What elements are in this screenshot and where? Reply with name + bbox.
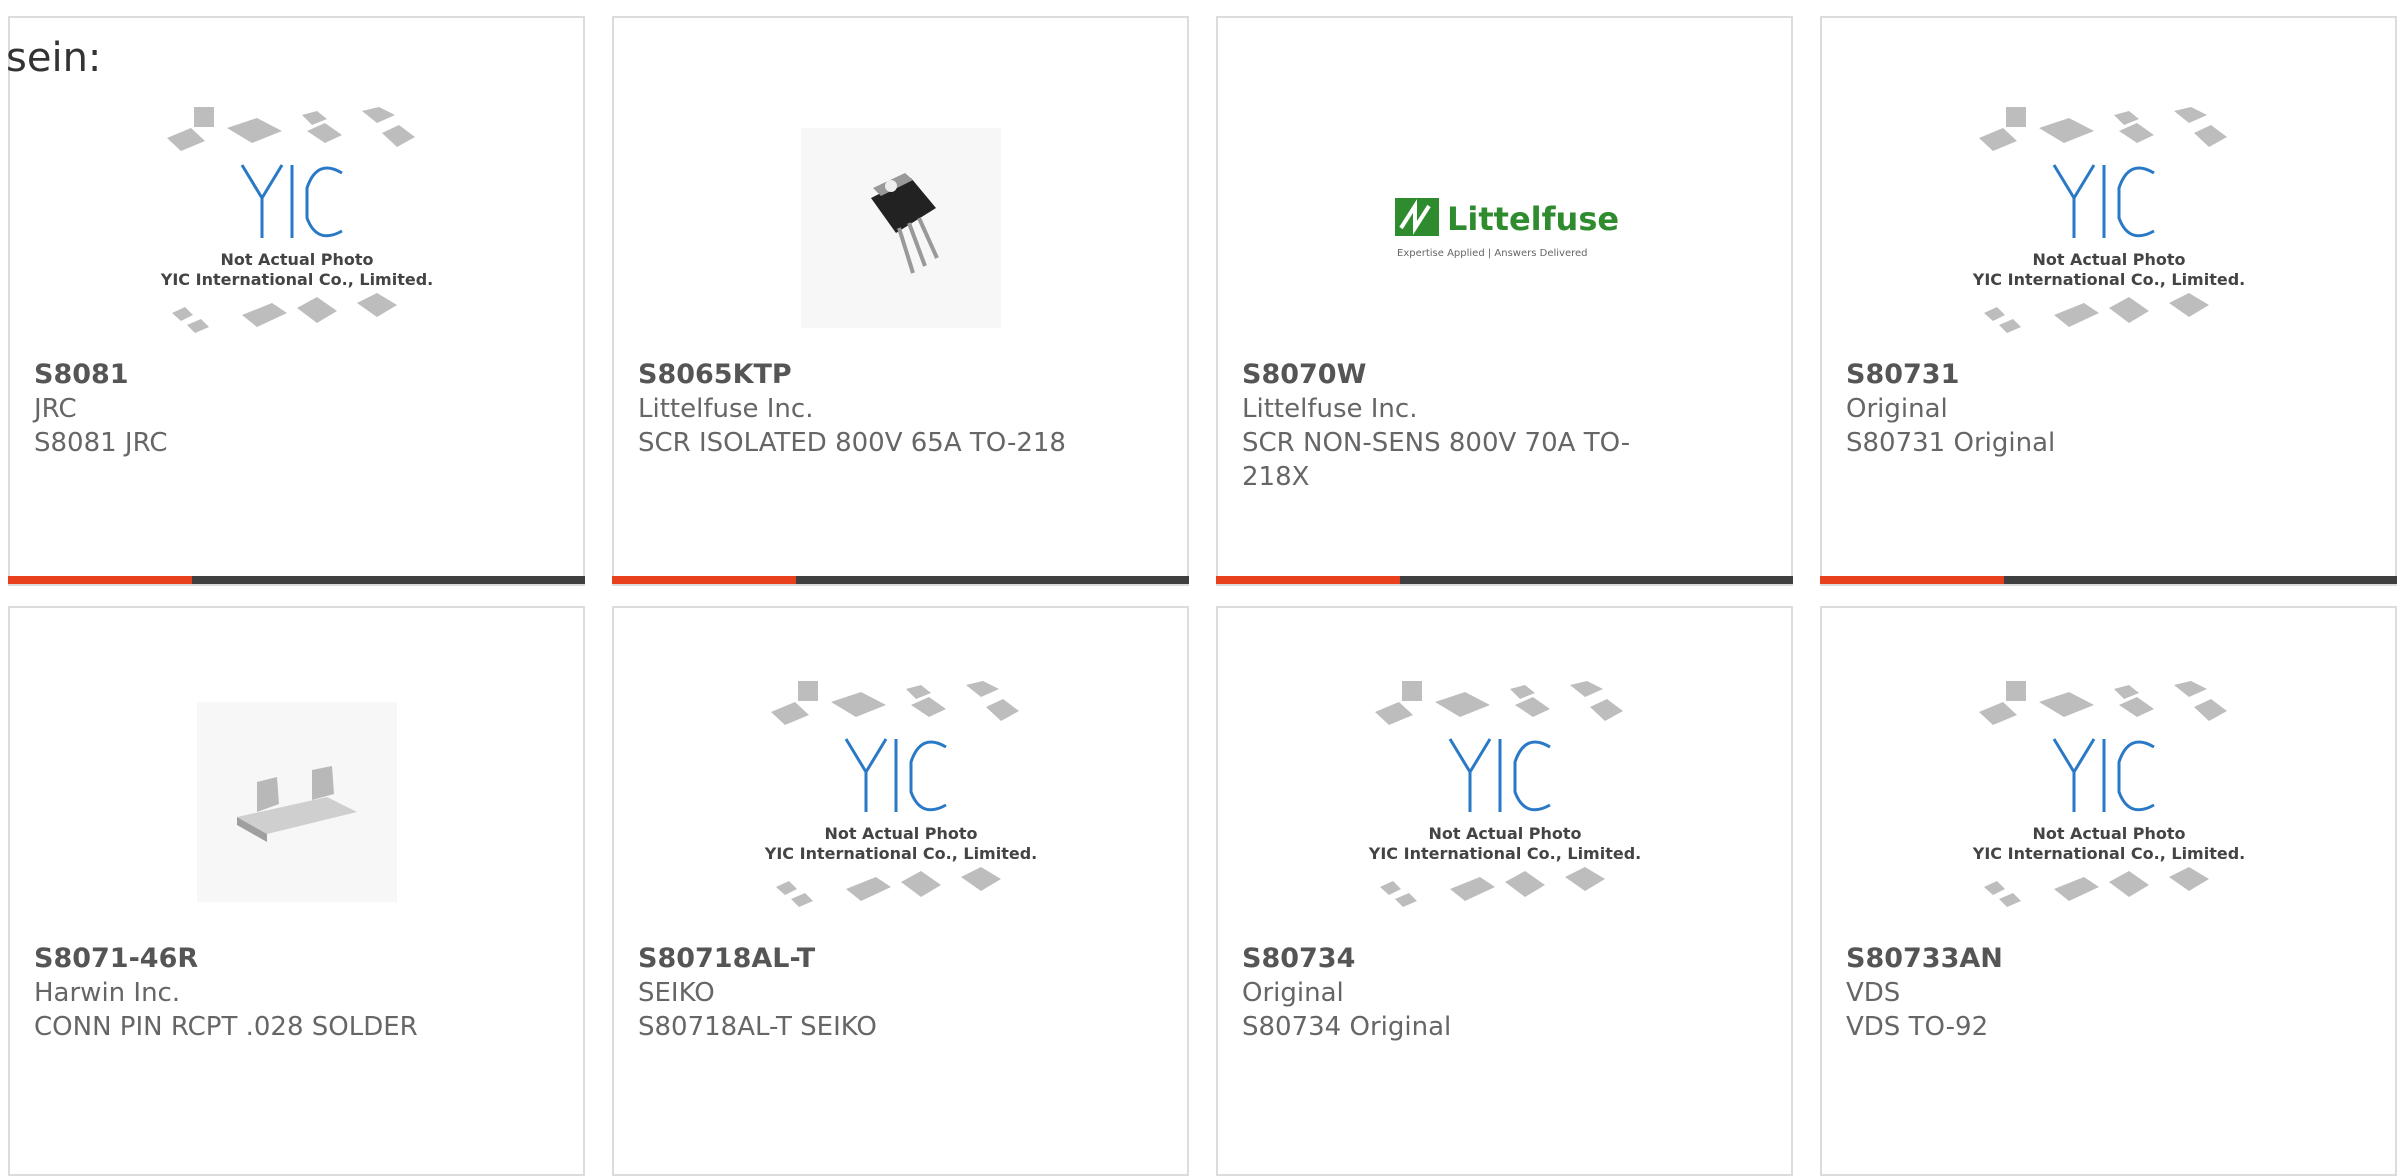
yic-placeholder-image: Not Actual Photo YIC International Co., … bbox=[159, 107, 433, 333]
manufacturer: Original bbox=[1846, 394, 1948, 424]
manufacturer: Littelfuse Inc. bbox=[1242, 394, 1418, 424]
product-card-s8070w[interactable]: Littelfuse Expertise Applied | Answers D… bbox=[1216, 16, 1793, 586]
manufacturer: Original bbox=[1242, 978, 1344, 1008]
product-card-s80734[interactable]: Not Actual Photo YIC International Co., … bbox=[1216, 606, 1793, 1176]
description: S80734 Original bbox=[1242, 1012, 1452, 1042]
description: CONN PIN RCPT .028 SOLDER bbox=[34, 1012, 418, 1042]
svg-text:Not Actual Photo: Not Actual Photo bbox=[824, 824, 977, 843]
product-card-s80718al-t[interactable]: Not Actual Photo YIC International Co., … bbox=[612, 606, 1189, 1176]
product-card-s8071-46r[interactable]: S8071-46R Harwin Inc. CONN PIN RCPT .028… bbox=[8, 606, 585, 1176]
svg-text:YIC International Co., Limited: YIC International Co., Limited. bbox=[1367, 844, 1640, 863]
product-image[interactable] bbox=[614, 88, 1187, 368]
svg-text:YIC International Co., Limited: YIC International Co., Limited. bbox=[763, 844, 1036, 863]
card-accent-bar bbox=[8, 576, 192, 584]
description: SCR ISOLATED 800V 65A TO-218 bbox=[638, 428, 1066, 458]
part-number[interactable]: S8070W bbox=[1242, 358, 1751, 392]
product-card-s8081[interactable]: Not Actual Photo YIC International Co., … bbox=[8, 16, 585, 586]
product-image[interactable]: Littelfuse Expertise Applied | Answers D… bbox=[1218, 88, 1791, 368]
yic-placeholder-image: Not Actual Photo YIC International Co., … bbox=[1971, 107, 2245, 333]
lead-text: sein: bbox=[6, 35, 102, 81]
connector-photo bbox=[196, 702, 397, 902]
svg-text:Expertise Applied | Answers De: Expertise Applied | Answers Delivered bbox=[1397, 248, 1588, 259]
svg-text:Not Actual Photo: Not Actual Photo bbox=[220, 250, 373, 269]
manufacturer: JRC bbox=[34, 394, 77, 424]
part-number[interactable]: S8081 bbox=[34, 358, 543, 392]
product-image-placeholder[interactable]: Not Actual Photo YIC International Co., … bbox=[614, 662, 1187, 942]
svg-text:Not Actual Photo: Not Actual Photo bbox=[2032, 824, 2185, 843]
manufacturer: SEIKO bbox=[638, 978, 715, 1008]
product-image-placeholder[interactable]: Not Actual Photo YIC International Co., … bbox=[1218, 662, 1791, 942]
product-card-s80733an[interactable]: Not Actual Photo YIC International Co., … bbox=[1820, 606, 2397, 1176]
description: S80718AL-T SEIKO bbox=[638, 1012, 877, 1042]
product-info: S8081 JRC S8081 JRC bbox=[34, 358, 543, 460]
card-bottom-bar bbox=[1216, 576, 1793, 584]
yic-placeholder-image: Not Actual Photo YIC International Co., … bbox=[1971, 681, 2245, 907]
product-image[interactable] bbox=[10, 662, 583, 942]
yic-placeholder-image: Not Actual Photo YIC International Co., … bbox=[763, 681, 1037, 907]
scr-package-icon bbox=[870, 173, 939, 274]
to-218-package-photo bbox=[800, 128, 1001, 328]
part-number[interactable]: S80733AN bbox=[1846, 942, 2355, 976]
littelfuse-logo: Littelfuse Expertise Applied | Answers D… bbox=[1394, 198, 1619, 259]
svg-text:YIC International Co., Limited: YIC International Co., Limited. bbox=[1971, 844, 2244, 863]
part-number[interactable]: S80731 bbox=[1846, 358, 2355, 392]
card-bottom-bar bbox=[8, 576, 585, 584]
part-number[interactable]: S80734 bbox=[1242, 942, 1751, 976]
part-number[interactable]: S8071-46R bbox=[34, 942, 543, 976]
manufacturer: VDS bbox=[1846, 978, 1901, 1008]
description: VDS TO-92 bbox=[1846, 1012, 1989, 1042]
manufacturer: Littelfuse Inc. bbox=[638, 394, 814, 424]
svg-text:YIC International Co., Limited: YIC International Co., Limited. bbox=[1971, 270, 2244, 289]
product-info: S80733AN VDS VDS TO-92 bbox=[1846, 942, 2355, 1044]
description: SCR NON-SENS 800V 70A TO-218X bbox=[1242, 428, 1631, 492]
product-info: S80734 Original S80734 Original bbox=[1242, 942, 1751, 1044]
card-bottom-bar bbox=[612, 576, 1189, 584]
part-number[interactable]: S80718AL-T bbox=[638, 942, 1147, 976]
card-accent-bar bbox=[1216, 576, 1400, 584]
product-info: S8065KTP Littelfuse Inc. SCR ISOLATED 80… bbox=[638, 358, 1147, 460]
card-accent-bar bbox=[1820, 576, 2004, 584]
connector-pin-icon bbox=[236, 766, 357, 842]
product-info: S8071-46R Harwin Inc. CONN PIN RCPT .028… bbox=[34, 942, 543, 1044]
part-number[interactable]: S8065KTP bbox=[638, 358, 1147, 392]
card-bottom-bar bbox=[1820, 576, 2397, 584]
svg-text:Littelfuse: Littelfuse bbox=[1447, 200, 1619, 238]
product-info: S80731 Original S80731 Original bbox=[1846, 358, 2355, 460]
yic-placeholder-image: Not Actual Photo YIC International Co., … bbox=[1367, 681, 1641, 907]
manufacturer: Harwin Inc. bbox=[34, 978, 181, 1008]
description: S8081 JRC bbox=[34, 428, 168, 458]
product-info: S8070W Littelfuse Inc. SCR NON-SENS 800V… bbox=[1242, 358, 1751, 494]
product-image-placeholder[interactable]: Not Actual Photo YIC International Co., … bbox=[1822, 88, 2395, 368]
product-image-placeholder[interactable]: Not Actual Photo YIC International Co., … bbox=[10, 88, 583, 368]
product-image-placeholder[interactable]: Not Actual Photo YIC International Co., … bbox=[1822, 662, 2395, 942]
product-card-s80731[interactable]: Not Actual Photo YIC International Co., … bbox=[1820, 16, 2397, 586]
description: S80731 Original bbox=[1846, 428, 2056, 458]
svg-text:Not Actual Photo: Not Actual Photo bbox=[1428, 824, 1581, 843]
product-card-s8065ktp[interactable]: S8065KTP Littelfuse Inc. SCR ISOLATED 80… bbox=[612, 16, 1189, 586]
svg-text:Not Actual Photo: Not Actual Photo bbox=[2032, 250, 2185, 269]
product-info: S80718AL-T SEIKO S80718AL-T SEIKO bbox=[638, 942, 1147, 1044]
card-accent-bar bbox=[612, 576, 796, 584]
svg-text:YIC International Co., Limited: YIC International Co., Limited. bbox=[159, 270, 432, 289]
